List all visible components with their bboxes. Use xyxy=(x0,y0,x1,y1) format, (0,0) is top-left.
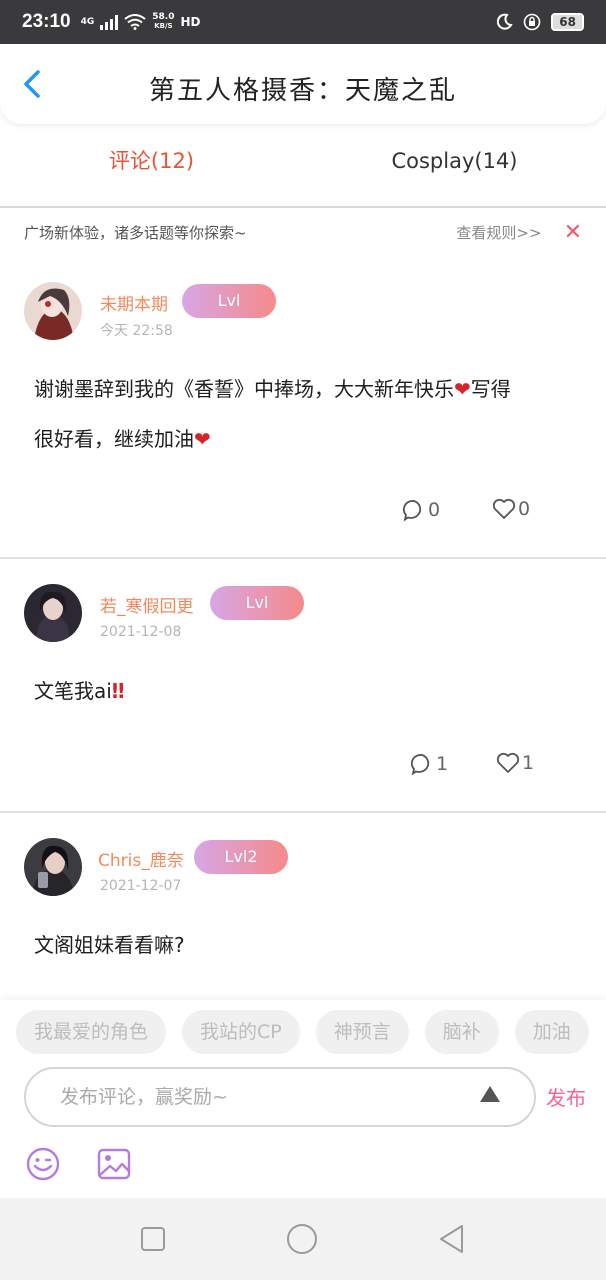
tab-comments[interactable]: 评论(12) xyxy=(0,128,303,194)
username[interactable]: Chris_鹿奈 xyxy=(98,846,184,871)
status-time: 23:10 xyxy=(22,11,71,32)
image-icon[interactable] xyxy=(96,1146,132,1182)
comment-time: 今天 22:58 xyxy=(100,323,173,339)
close-icon[interactable]: ✕ xyxy=(564,220,582,245)
comment-text: 谢谢墨辞到我的《香誓》中捧场，大大新年快乐❤写得 很好看，继续加油❤ xyxy=(34,377,511,451)
heart-icon xyxy=(492,498,516,519)
comment-time: 2021-12-08 xyxy=(100,624,182,640)
status-bar: 23:10 4G 58.0 KB/S HD 68 xyxy=(0,0,606,44)
like-button[interactable]: 1 xyxy=(496,752,534,774)
comment-item: Chris_鹿奈 Lvl2 2021-12-07 文阁姐妹看看嘛? xyxy=(0,814,606,1000)
exclamation-emoji: ‼ xyxy=(111,679,125,703)
username[interactable]: 未期本期 xyxy=(100,290,168,315)
signal-icon xyxy=(100,14,119,30)
battery-indicator: 68 xyxy=(551,13,584,31)
wifi-icon xyxy=(124,14,146,30)
topic-chip[interactable]: 我最爱的角色 xyxy=(16,1010,167,1054)
view-rules-link[interactable]: 查看规则>> xyxy=(456,222,541,243)
reply-button[interactable]: 0 xyxy=(402,498,440,522)
topic-chip[interactable]: 脑补 xyxy=(424,1010,499,1054)
topic-chips: 我最爱的角色 我站的CP 神预言 脑补 加油 xyxy=(16,1010,589,1054)
heart-emoji: ❤ xyxy=(454,377,471,401)
username[interactable]: 若_寒假回更 xyxy=(100,592,194,617)
avatar[interactable] xyxy=(24,282,82,340)
comment-icon xyxy=(410,754,430,776)
comment-item: 未期本期 Lvl 今天 22:58 谢谢墨辞到我的《香誓》中捧场，大大新年快乐❤… xyxy=(0,262,606,558)
composer-panel: 我最爱的角色 我站的CP 神预言 脑补 加油 发布评论，赢奖励~ 发布 xyxy=(0,1000,606,1198)
divider xyxy=(0,557,606,559)
level-badge: Lvl2 xyxy=(194,840,288,874)
heart-icon xyxy=(496,752,520,773)
tabs-divider xyxy=(0,206,606,208)
reply-count: 1 xyxy=(436,753,449,775)
net-speed: 58.0 KB/S xyxy=(152,12,175,31)
comment-icon xyxy=(402,500,422,522)
page-title: 第五人格摄香：天魔之乱 xyxy=(148,76,457,106)
header-bar: 第五人格摄香：天魔之乱 xyxy=(0,44,606,124)
tab-cosplay[interactable]: Cosplay(14) xyxy=(303,128,606,194)
like-count: 1 xyxy=(522,752,535,774)
comment-text: 文阁姐妹看看嘛? xyxy=(34,933,185,957)
back-triangle-icon[interactable] xyxy=(438,1224,466,1254)
like-count: 0 xyxy=(518,498,531,520)
moon-icon xyxy=(497,13,513,30)
tab-bar: 评论(12) Cosplay(14) xyxy=(0,128,606,194)
lock-rotation-icon xyxy=(523,13,541,31)
like-button[interactable]: 0 xyxy=(492,498,530,520)
level-badge: Lvl xyxy=(182,284,276,318)
system-nav-bar xyxy=(0,1198,606,1280)
recent-apps-icon[interactable] xyxy=(140,1226,166,1252)
topic-chip[interactable]: 神预言 xyxy=(315,1010,409,1054)
hd-badge: HD xyxy=(180,15,201,29)
divider xyxy=(0,811,606,813)
network-status: 4G 58.0 KB/S HD xyxy=(81,13,201,31)
topic-chip[interactable]: 加油 xyxy=(514,1010,589,1054)
comment-input[interactable]: 发布评论，赢奖励~ xyxy=(24,1067,536,1127)
level-badge: Lvl xyxy=(210,586,304,620)
publish-button[interactable]: 发布 xyxy=(546,1082,586,1111)
comment-text: 文笔我ai‼ xyxy=(34,679,125,703)
notice-banner: 广场新体验，诸多话题等你探索~ 查看规则>> ✕ xyxy=(0,214,606,250)
home-icon[interactable] xyxy=(286,1223,318,1255)
notice-text: 广场新体验，诸多话题等你探索~ xyxy=(24,223,247,242)
topic-chip[interactable]: 我站的CP xyxy=(182,1010,300,1054)
reply-count: 0 xyxy=(428,499,441,521)
triangle-up-icon[interactable] xyxy=(480,1086,500,1102)
reply-button[interactable]: 1 xyxy=(410,752,448,776)
comment-input-placeholder: 发布评论，赢奖励~ xyxy=(60,1086,228,1108)
heart-emoji: ❤ xyxy=(194,427,211,451)
avatar[interactable] xyxy=(24,838,82,896)
comment-time: 2021-12-07 xyxy=(100,878,182,894)
comment-item: 若_寒假回更 Lvl 2021-12-08 文笔我ai‼ 1 1 xyxy=(0,560,606,812)
avatar[interactable] xyxy=(24,584,82,642)
network-type: 4G xyxy=(80,17,95,27)
smiley-icon[interactable] xyxy=(25,1146,61,1182)
